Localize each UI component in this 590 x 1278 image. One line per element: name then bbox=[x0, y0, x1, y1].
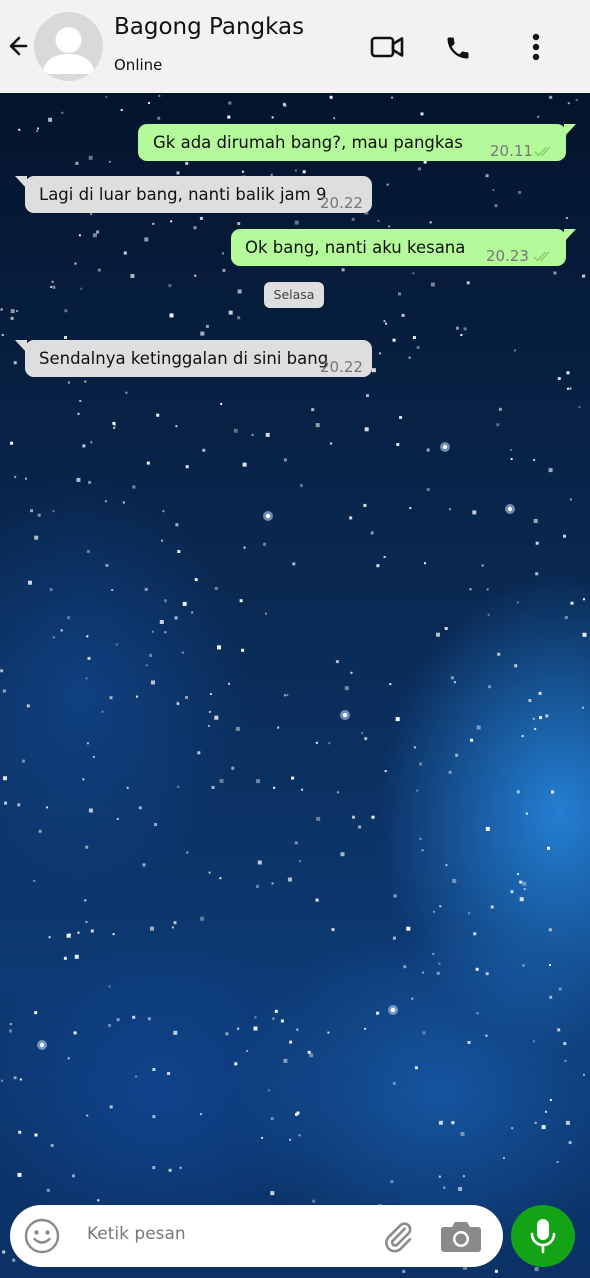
date-separator: Selasa bbox=[264, 282, 324, 308]
bubble-tail bbox=[564, 124, 576, 137]
message-bubble-incoming[interactable]: Lagi di luar bang, nanti balik jam 9 20.… bbox=[15, 176, 372, 213]
avatar[interactable] bbox=[34, 12, 103, 81]
message-time: 20.11 bbox=[490, 142, 533, 160]
message-bubble-incoming[interactable]: Sendalnya ketinggalan di sini bang 20.22 bbox=[15, 340, 372, 377]
message-text: Lagi di luar bang, nanti balik jam 9 bbox=[39, 185, 327, 204]
default-avatar-icon bbox=[42, 27, 95, 74]
message-bubble-outgoing[interactable]: Gk ada dirumah bang?, mau pangkas 20.11 bbox=[138, 124, 576, 161]
contact-name: Bagong Pangkas bbox=[114, 14, 305, 40]
phone-icon[interactable] bbox=[444, 34, 472, 62]
video-call-icon[interactable] bbox=[370, 35, 404, 59]
message-text: Gk ada dirumah bang?, mau pangkas bbox=[153, 133, 463, 152]
bubble-tail bbox=[564, 229, 576, 242]
message-text: Sendalnya ketinggalan di sini bang bbox=[39, 349, 329, 368]
message-time: 20.23 bbox=[486, 247, 529, 265]
message-composer: Ketik pesan bbox=[10, 1205, 503, 1267]
message-time: 20.22 bbox=[320, 194, 363, 212]
bubble-tail bbox=[15, 340, 27, 353]
more-vert-icon[interactable] bbox=[530, 33, 542, 63]
starfield-wallpaper bbox=[0, 94, 587, 1273]
message-time: 20.22 bbox=[320, 358, 363, 376]
chat-background: Gk ada dirumah bang?, mau pangkas 20.11 … bbox=[0, 93, 590, 1278]
read-ticks-icon bbox=[534, 146, 554, 157]
mic-icon bbox=[530, 1219, 556, 1254]
read-ticks-icon bbox=[533, 251, 550, 262]
chat-header: Bagong Pangkas Online bbox=[0, 0, 590, 93]
message-text: Ok bang, nanti aku kesana bbox=[245, 238, 466, 257]
mic-button[interactable] bbox=[511, 1205, 575, 1267]
attach-icon[interactable] bbox=[380, 1219, 416, 1255]
bubble-tail bbox=[15, 176, 27, 189]
message-input[interactable]: Ketik pesan bbox=[87, 1224, 186, 1244]
camera-icon[interactable] bbox=[440, 1219, 482, 1253]
contact-status: Online bbox=[114, 56, 163, 74]
message-bubble-outgoing[interactable]: Ok bang, nanti aku kesana 20.23 bbox=[231, 229, 576, 266]
emoji-icon[interactable] bbox=[24, 1218, 60, 1254]
back-arrow-icon[interactable] bbox=[8, 32, 30, 60]
